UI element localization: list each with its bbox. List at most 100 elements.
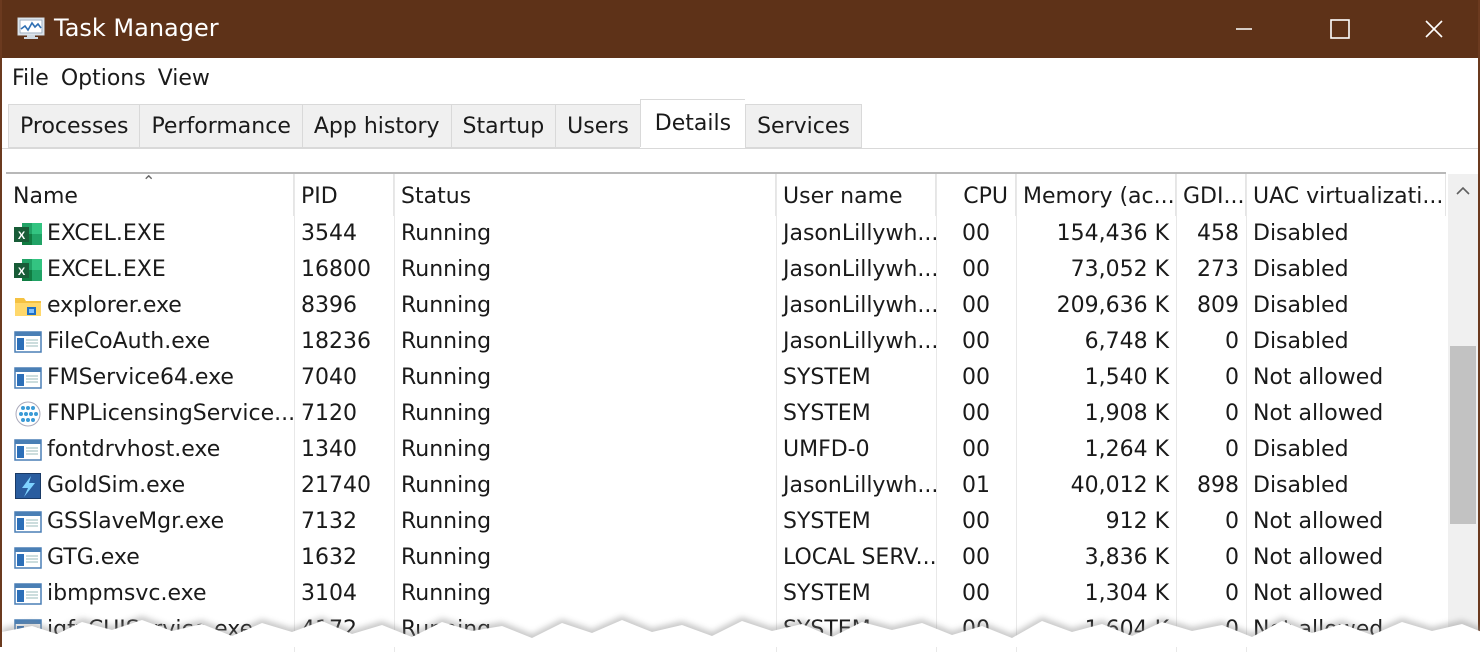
task-manager-window: Task Manager File Options View Processes… — [0, 0, 1480, 652]
process-memory: 40,012 K — [1070, 473, 1169, 498]
process-user-name: SYSTEM — [783, 401, 871, 426]
tab-services[interactable]: Services — [745, 104, 862, 148]
table-row[interactable]: FMService64.exe 7040 Running SYSTEM 00 1,540 … — [6, 360, 1446, 396]
process-name: GoldSim.exe — [47, 473, 186, 498]
process-uac-virtualization: Disabled — [1253, 257, 1349, 282]
process-uac-virtualization: Disabled — [1253, 473, 1349, 498]
process-status: Running — [401, 581, 492, 606]
maximize-button[interactable] — [1294, 0, 1386, 58]
process-uac-virtualization: Not allowed — [1253, 617, 1384, 642]
tab-details[interactable]: Details — [639, 99, 746, 147]
menu-file[interactable]: File — [10, 66, 57, 91]
table-row[interactable]: GSSlaveMgr.exe 7132 Running SYSTEM 00 912 K 0N… — [6, 504, 1446, 540]
process-cpu: 00 — [962, 617, 990, 642]
process-user-name: JasonLillywh... — [783, 221, 936, 246]
table-row[interactable]: FileCoAuth.exe 18236 Running JasonLillywh..… — [6, 324, 1446, 360]
window-app-icon — [13, 509, 43, 535]
process-status: Running — [401, 473, 492, 498]
menu-options[interactable]: Options — [59, 66, 154, 91]
process-name: GTG.exe — [47, 545, 140, 570]
tab-strip: Processes Performance App history Startu… — [8, 99, 862, 148]
process-cpu: 00 — [962, 545, 990, 570]
process-pid: 1340 — [301, 437, 357, 462]
title-bar[interactable]: Task Manager — [2, 0, 1478, 58]
table-row[interactable]: FNPLicensingService.... 7120 Running SYSTEM… — [6, 396, 1446, 432]
tab-processes[interactable]: Processes — [8, 104, 140, 148]
process-pid: 3104 — [301, 581, 357, 606]
table-row[interactable]: X EXCEL.EXE 3544 Running JasonLillywh... 00 15… — [6, 216, 1446, 252]
scroll-thumb[interactable] — [1450, 346, 1476, 524]
process-memory: 1,304 K — [1084, 581, 1169, 606]
process-gdi-objects: 0 — [1225, 329, 1239, 354]
process-memory: 3,836 K — [1084, 545, 1169, 570]
header-gdi[interactable]: GDI... — [1176, 174, 1246, 216]
process-memory: 1,908 K — [1084, 401, 1169, 426]
process-gdi-objects: 0 — [1225, 545, 1239, 570]
process-uac-virtualization: Not allowed — [1253, 401, 1384, 426]
table-row[interactable]: GoldSim.exe 21740 Running JasonLillywh... 01… — [6, 468, 1446, 504]
dots-service-icon — [13, 401, 43, 427]
process-user-name: JasonLillywh... — [783, 473, 936, 498]
process-uac-virtualization: Not allowed — [1253, 581, 1384, 606]
tab-users[interactable]: Users — [555, 104, 640, 148]
table-row[interactable]: igfxCUIService.exe 4172 Running SYSTEM 00 1,6… — [6, 612, 1446, 648]
close-button[interactable] — [1388, 0, 1480, 58]
process-memory: 1,540 K — [1084, 365, 1169, 390]
process-gdi-objects: 273 — [1197, 257, 1239, 282]
header-memory[interactable]: Memory (ac... — [1016, 174, 1176, 216]
table-row[interactable]: explorer.exe 8396 Running JasonLillywh... 00… — [6, 288, 1446, 324]
process-name-wrap: FMService64.exe — [13, 360, 287, 396]
process-gdi-objects: 0 — [1225, 437, 1239, 462]
process-name: fontdrvhost.exe — [47, 437, 221, 462]
process-cpu: 00 — [962, 401, 990, 426]
header-name[interactable]: Name ⌃ — [6, 174, 294, 216]
process-user-name: JasonLillywh... — [783, 293, 936, 318]
window-app-icon — [13, 329, 43, 355]
process-pid: 18236 — [301, 329, 371, 354]
process-gdi-objects: 0 — [1225, 617, 1239, 642]
header-user-name[interactable]: User name — [776, 174, 936, 216]
process-name-cell: ibmpmsvc.exe — [6, 576, 294, 612]
process-memory: 73,052 K — [1070, 257, 1169, 282]
tab-app-history[interactable]: App history — [301, 104, 451, 148]
minimize-button[interactable] — [1198, 0, 1290, 58]
process-status: Running — [401, 545, 492, 570]
process-pid: 8396 — [301, 293, 357, 318]
process-cpu: 00 — [962, 581, 990, 606]
table-row[interactable]: fontdrvhost.exe 1340 Running UMFD-0 00 1,264 … — [6, 432, 1446, 468]
process-name-cell: GoldSim.exe — [6, 468, 294, 504]
process-status: Running — [401, 257, 492, 282]
table-row[interactable]: X EXCEL.EXE 16800 Running JasonLillywh... 00 7… — [6, 252, 1446, 288]
process-uac-virtualization: Disabled — [1253, 437, 1349, 462]
process-name-cell: X EXCEL.EXE — [6, 216, 294, 252]
process-name-cell: FMService64.exe — [6, 360, 294, 396]
process-name-cell: FNPLicensingService.... — [6, 396, 294, 432]
process-user-name: JasonLillywh... — [783, 329, 936, 354]
process-user-name: SYSTEM — [783, 509, 871, 534]
excel-icon: X — [13, 221, 43, 247]
process-name-wrap: GSSlaveMgr.exe — [13, 504, 287, 540]
process-name: ibmpmsvc.exe — [47, 581, 207, 606]
process-pid: 3544 — [301, 221, 357, 246]
header-pid[interactable]: PID — [294, 174, 394, 216]
process-pid: 16800 — [301, 257, 371, 282]
process-pid: 7120 — [301, 401, 357, 426]
tab-startup[interactable]: Startup — [450, 104, 556, 148]
tab-performance[interactable]: Performance — [139, 104, 302, 148]
process-status: Running — [401, 221, 492, 246]
table-row[interactable]: ibmpmsvc.exe 3104 Running SYSTEM 00 1,304 K 0N… — [6, 576, 1446, 612]
header-uac-virtualization[interactable]: UAC virtualizati... — [1246, 174, 1446, 216]
process-name-wrap: X EXCEL.EXE — [13, 216, 287, 252]
process-name-cell: GSSlaveMgr.exe — [6, 504, 294, 540]
scroll-up-button[interactable] — [1448, 174, 1478, 208]
window-app-icon — [13, 581, 43, 607]
table-row[interactable]: GTG.exe 1632 Running LOCAL SERV... 00 3,836 K… — [6, 540, 1446, 576]
header-cpu[interactable]: CPU — [936, 174, 1016, 216]
header-status[interactable]: Status — [394, 174, 776, 216]
process-gdi-objects: 0 — [1225, 401, 1239, 426]
process-gdi-objects: 458 — [1197, 221, 1239, 246]
vertical-scrollbar[interactable] — [1448, 174, 1478, 647]
process-uac-virtualization: Disabled — [1253, 221, 1349, 246]
menu-view[interactable]: View — [156, 66, 218, 91]
process-cpu: 00 — [962, 509, 990, 534]
